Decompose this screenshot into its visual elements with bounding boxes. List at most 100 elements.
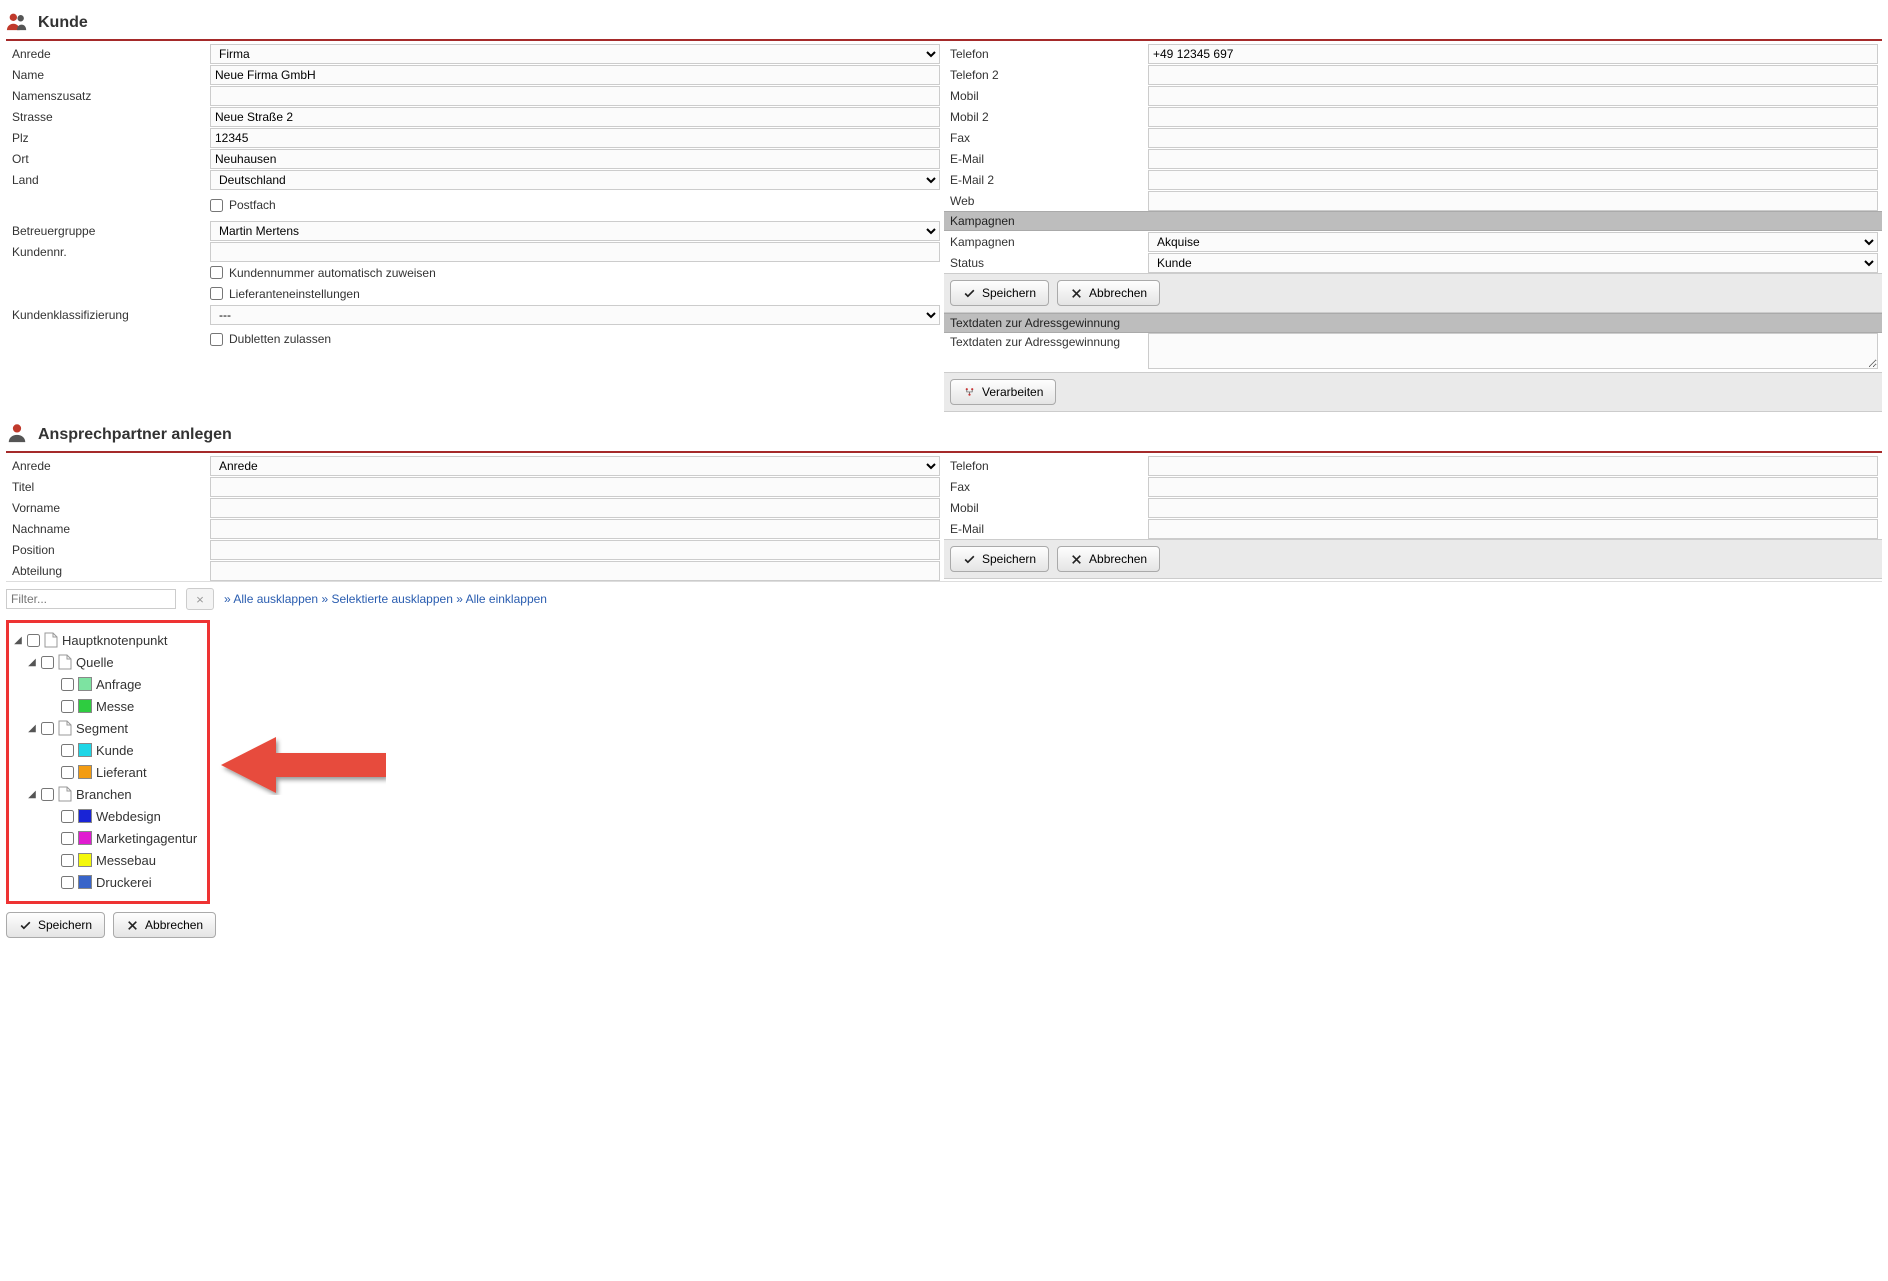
label-mobil2: Mobil 2 — [944, 108, 1144, 126]
label-ap-fax: Fax — [944, 478, 1144, 496]
titel-input[interactable] — [210, 477, 940, 497]
tree-messebau-checkbox[interactable] — [61, 854, 74, 867]
tree-druckerei-checkbox[interactable] — [61, 876, 74, 889]
doc-icon — [58, 720, 72, 736]
tree-segment-checkbox[interactable] — [41, 722, 54, 735]
kundennr-input[interactable] — [210, 242, 940, 262]
ap-fax-input[interactable] — [1148, 477, 1878, 497]
klass-select[interactable]: --- — [210, 305, 940, 325]
clear-filter-button[interactable]: × — [186, 588, 214, 610]
toggle-icon[interactable]: ◢ — [13, 635, 23, 646]
ap-anrede-select[interactable]: Anrede — [210, 456, 940, 476]
label-textdata: Textdaten zur Adressgewinnung — [944, 333, 1144, 351]
web-input[interactable] — [1148, 191, 1878, 211]
land-select[interactable]: Deutschland — [210, 170, 940, 190]
label-vorname: Vorname — [6, 499, 206, 517]
abteilung-input[interactable] — [210, 561, 940, 581]
telefon-input[interactable] — [1148, 44, 1878, 64]
plz-input[interactable] — [210, 128, 940, 148]
nachname-input[interactable] — [210, 519, 940, 539]
ap-cancel-button[interactable]: Abbrechen — [1057, 546, 1160, 572]
verarbeiten-button[interactable]: Verarbeiten — [950, 379, 1056, 405]
expand-sep2: » — [321, 592, 331, 606]
label-kundennr: Kundennr. — [6, 243, 206, 261]
toggle-icon[interactable]: ◢ — [27, 723, 37, 734]
tree-messe-checkbox[interactable] — [61, 700, 74, 713]
ap-mobil-input[interactable] — [1148, 498, 1878, 518]
label-ort: Ort — [6, 150, 206, 168]
ansprech-header: Ansprechpartner anlegen — [6, 418, 1882, 453]
tree-lieferant-checkbox[interactable] — [61, 766, 74, 779]
label-namenszusatz: Namenszusatz — [6, 87, 206, 105]
toggle-icon[interactable]: ◢ — [27, 657, 37, 668]
textdata-textarea[interactable] — [1148, 333, 1878, 369]
anrede-select[interactable]: Firma — [210, 44, 940, 64]
toggle-icon[interactable]: ◢ — [27, 789, 37, 800]
kunde-title: Kunde — [38, 14, 88, 32]
auto-kundennr-checkbox[interactable] — [210, 266, 223, 279]
label-nachname: Nachname — [6, 520, 206, 538]
label-postfach: Postfach — [229, 198, 276, 212]
tree-item-label: Anfrage — [96, 677, 142, 692]
ort-input[interactable] — [210, 149, 940, 169]
ap-email-input[interactable] — [1148, 519, 1878, 539]
status-select[interactable]: Kunde — [1148, 253, 1878, 273]
tree-segment-label: Segment — [76, 721, 128, 736]
x-icon — [1070, 553, 1083, 566]
expand-all-link[interactable]: Alle ausklappen — [233, 592, 318, 606]
postfach-checkbox[interactable] — [210, 199, 223, 212]
betreuer-select[interactable]: Martin Mertens — [210, 221, 940, 241]
label-fax: Fax — [944, 129, 1144, 147]
namenszusatz-input[interactable] — [210, 86, 940, 106]
lieferant-checkbox[interactable] — [210, 287, 223, 300]
label-strasse: Strasse — [6, 108, 206, 126]
tree-kunde-checkbox[interactable] — [61, 744, 74, 757]
tree-anfrage-checkbox[interactable] — [61, 678, 74, 691]
tree-quelle-checkbox[interactable] — [41, 656, 54, 669]
tree-branchen-checkbox[interactable] — [41, 788, 54, 801]
tree-marketing-checkbox[interactable] — [61, 832, 74, 845]
x-icon — [126, 919, 139, 932]
footer-save-button[interactable]: Speichern — [6, 912, 105, 938]
ansprech-title: Ansprechpartner anlegen — [38, 426, 232, 444]
kampagnen-save-button[interactable]: Speichern — [950, 280, 1049, 306]
tree-root-label: Hauptknotenpunkt — [62, 633, 168, 648]
process-icon — [963, 386, 976, 399]
kampagnen-select[interactable]: Akquise — [1148, 232, 1878, 252]
tree-item-label: Kunde — [96, 743, 134, 758]
label-plz: Plz — [6, 129, 206, 147]
kampagnen-cancel-button[interactable]: Abbrechen — [1057, 280, 1160, 306]
position-input[interactable] — [210, 540, 940, 560]
name-input[interactable] — [210, 65, 940, 85]
label-auto-kundennr: Kundennummer automatisch zuweisen — [229, 266, 436, 280]
strasse-input[interactable] — [210, 107, 940, 127]
email2-input[interactable] — [1148, 170, 1878, 190]
ap-telefon-input[interactable] — [1148, 456, 1878, 476]
vorname-input[interactable] — [210, 498, 940, 518]
tree-webdesign-checkbox[interactable] — [61, 810, 74, 823]
telefon2-input[interactable] — [1148, 65, 1878, 85]
dubletten-checkbox[interactable] — [210, 333, 223, 346]
label-name: Name — [6, 66, 206, 84]
fax-input[interactable] — [1148, 128, 1878, 148]
footer-cancel-button[interactable]: Abbrechen — [113, 912, 216, 938]
label-betreuer: Betreuergruppe — [6, 222, 206, 240]
label-position: Position — [6, 541, 206, 559]
label-titel: Titel — [6, 478, 206, 496]
tree-item-label: Webdesign — [96, 809, 161, 824]
mobil-input[interactable] — [1148, 86, 1878, 106]
expand-selected-link[interactable]: Selektierte ausklappen — [331, 592, 452, 606]
email-input[interactable] — [1148, 149, 1878, 169]
expand-sep3: » — [456, 592, 465, 606]
tree-filter-input[interactable] — [6, 589, 176, 609]
label-telefon: Telefon — [944, 45, 1144, 63]
people-icon — [6, 10, 28, 35]
expand-sep1: » — [224, 592, 233, 606]
collapse-all-link[interactable]: Alle einklappen — [466, 592, 547, 606]
ap-save-button[interactable]: Speichern — [950, 546, 1049, 572]
label-lieferant: Lieferanteneinstellungen — [229, 287, 360, 301]
mobil2-input[interactable] — [1148, 107, 1878, 127]
label-ap-telefon: Telefon — [944, 457, 1144, 475]
tree-root-checkbox[interactable] — [27, 634, 40, 647]
doc-icon — [44, 632, 58, 648]
